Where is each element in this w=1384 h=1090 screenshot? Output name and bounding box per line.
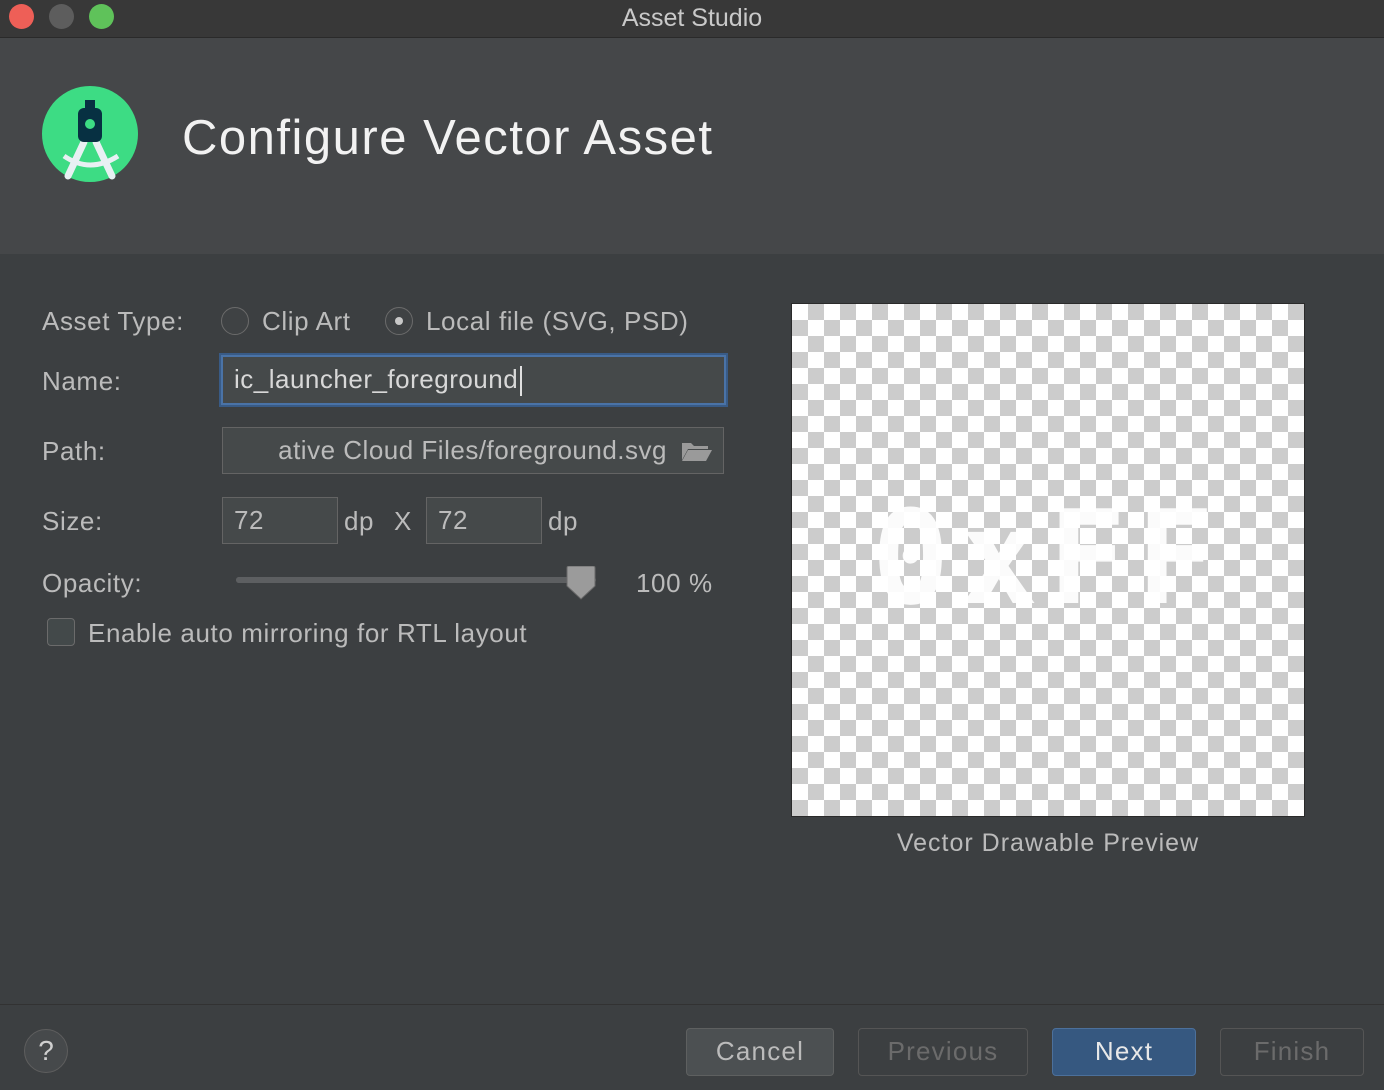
preview-content: 0xFF — [871, 482, 1225, 634]
height-input[interactable]: 72 — [426, 497, 542, 544]
width-input-value: 72 — [234, 505, 264, 535]
width-input[interactable]: 72 — [222, 497, 338, 544]
height-input-value: 72 — [438, 505, 468, 535]
android-studio-icon — [42, 86, 138, 182]
path-label: Path: — [42, 436, 106, 466]
asset-type-label: Asset Type: — [42, 306, 184, 336]
vector-preview-canvas: 0xFF — [791, 303, 1305, 817]
local-file-radio[interactable] — [385, 307, 413, 335]
finish-button[interactable]: Finish — [1220, 1028, 1364, 1076]
clip-art-label[interactable]: Clip Art — [262, 306, 351, 337]
opacity-slider-thumb[interactable] — [566, 566, 596, 600]
width-unit-label: dp — [344, 506, 375, 536]
folder-open-icon[interactable] — [681, 440, 713, 462]
rtl-mirroring-checkbox[interactable] — [47, 618, 75, 646]
size-label: Size: — [42, 506, 103, 536]
path-input-value: ative Cloud Files/foreground.svg — [278, 435, 667, 465]
height-unit-label: dp — [548, 506, 579, 536]
previous-button[interactable]: Previous — [858, 1028, 1028, 1076]
window-titlebar: Asset Studio — [0, 0, 1384, 38]
opacity-label: Opacity: — [42, 568, 143, 598]
name-input-value: ic_launcher_foreground — [234, 364, 519, 394]
window-title: Asset Studio — [621, 4, 763, 32]
opacity-value-label: 100 % — [636, 568, 713, 598]
clip-art-radio[interactable] — [221, 307, 249, 335]
rtl-mirroring-label[interactable]: Enable auto mirroring for RTL layout — [88, 618, 527, 649]
text-caret — [520, 366, 523, 397]
page-title: Configure Vector Asset — [182, 111, 714, 165]
path-input[interactable]: ative Cloud Files/foreground.svg — [222, 427, 724, 474]
preview-caption: Vector Drawable Preview — [896, 829, 1200, 857]
help-button[interactable]: ? — [24, 1029, 68, 1073]
next-button[interactable]: Next — [1052, 1028, 1196, 1076]
local-file-label[interactable]: Local file (SVG, PSD) — [426, 306, 689, 337]
dialog-header: Configure Vector Asset — [0, 38, 1384, 254]
opacity-slider-track[interactable] — [236, 577, 596, 583]
footer-divider — [0, 1004, 1384, 1005]
name-label: Name: — [42, 366, 122, 396]
name-input[interactable]: ic_launcher_foreground — [221, 355, 726, 405]
opacity-slider-fill — [236, 577, 596, 583]
size-separator: X — [394, 506, 412, 536]
cancel-button[interactable]: Cancel — [686, 1028, 834, 1076]
